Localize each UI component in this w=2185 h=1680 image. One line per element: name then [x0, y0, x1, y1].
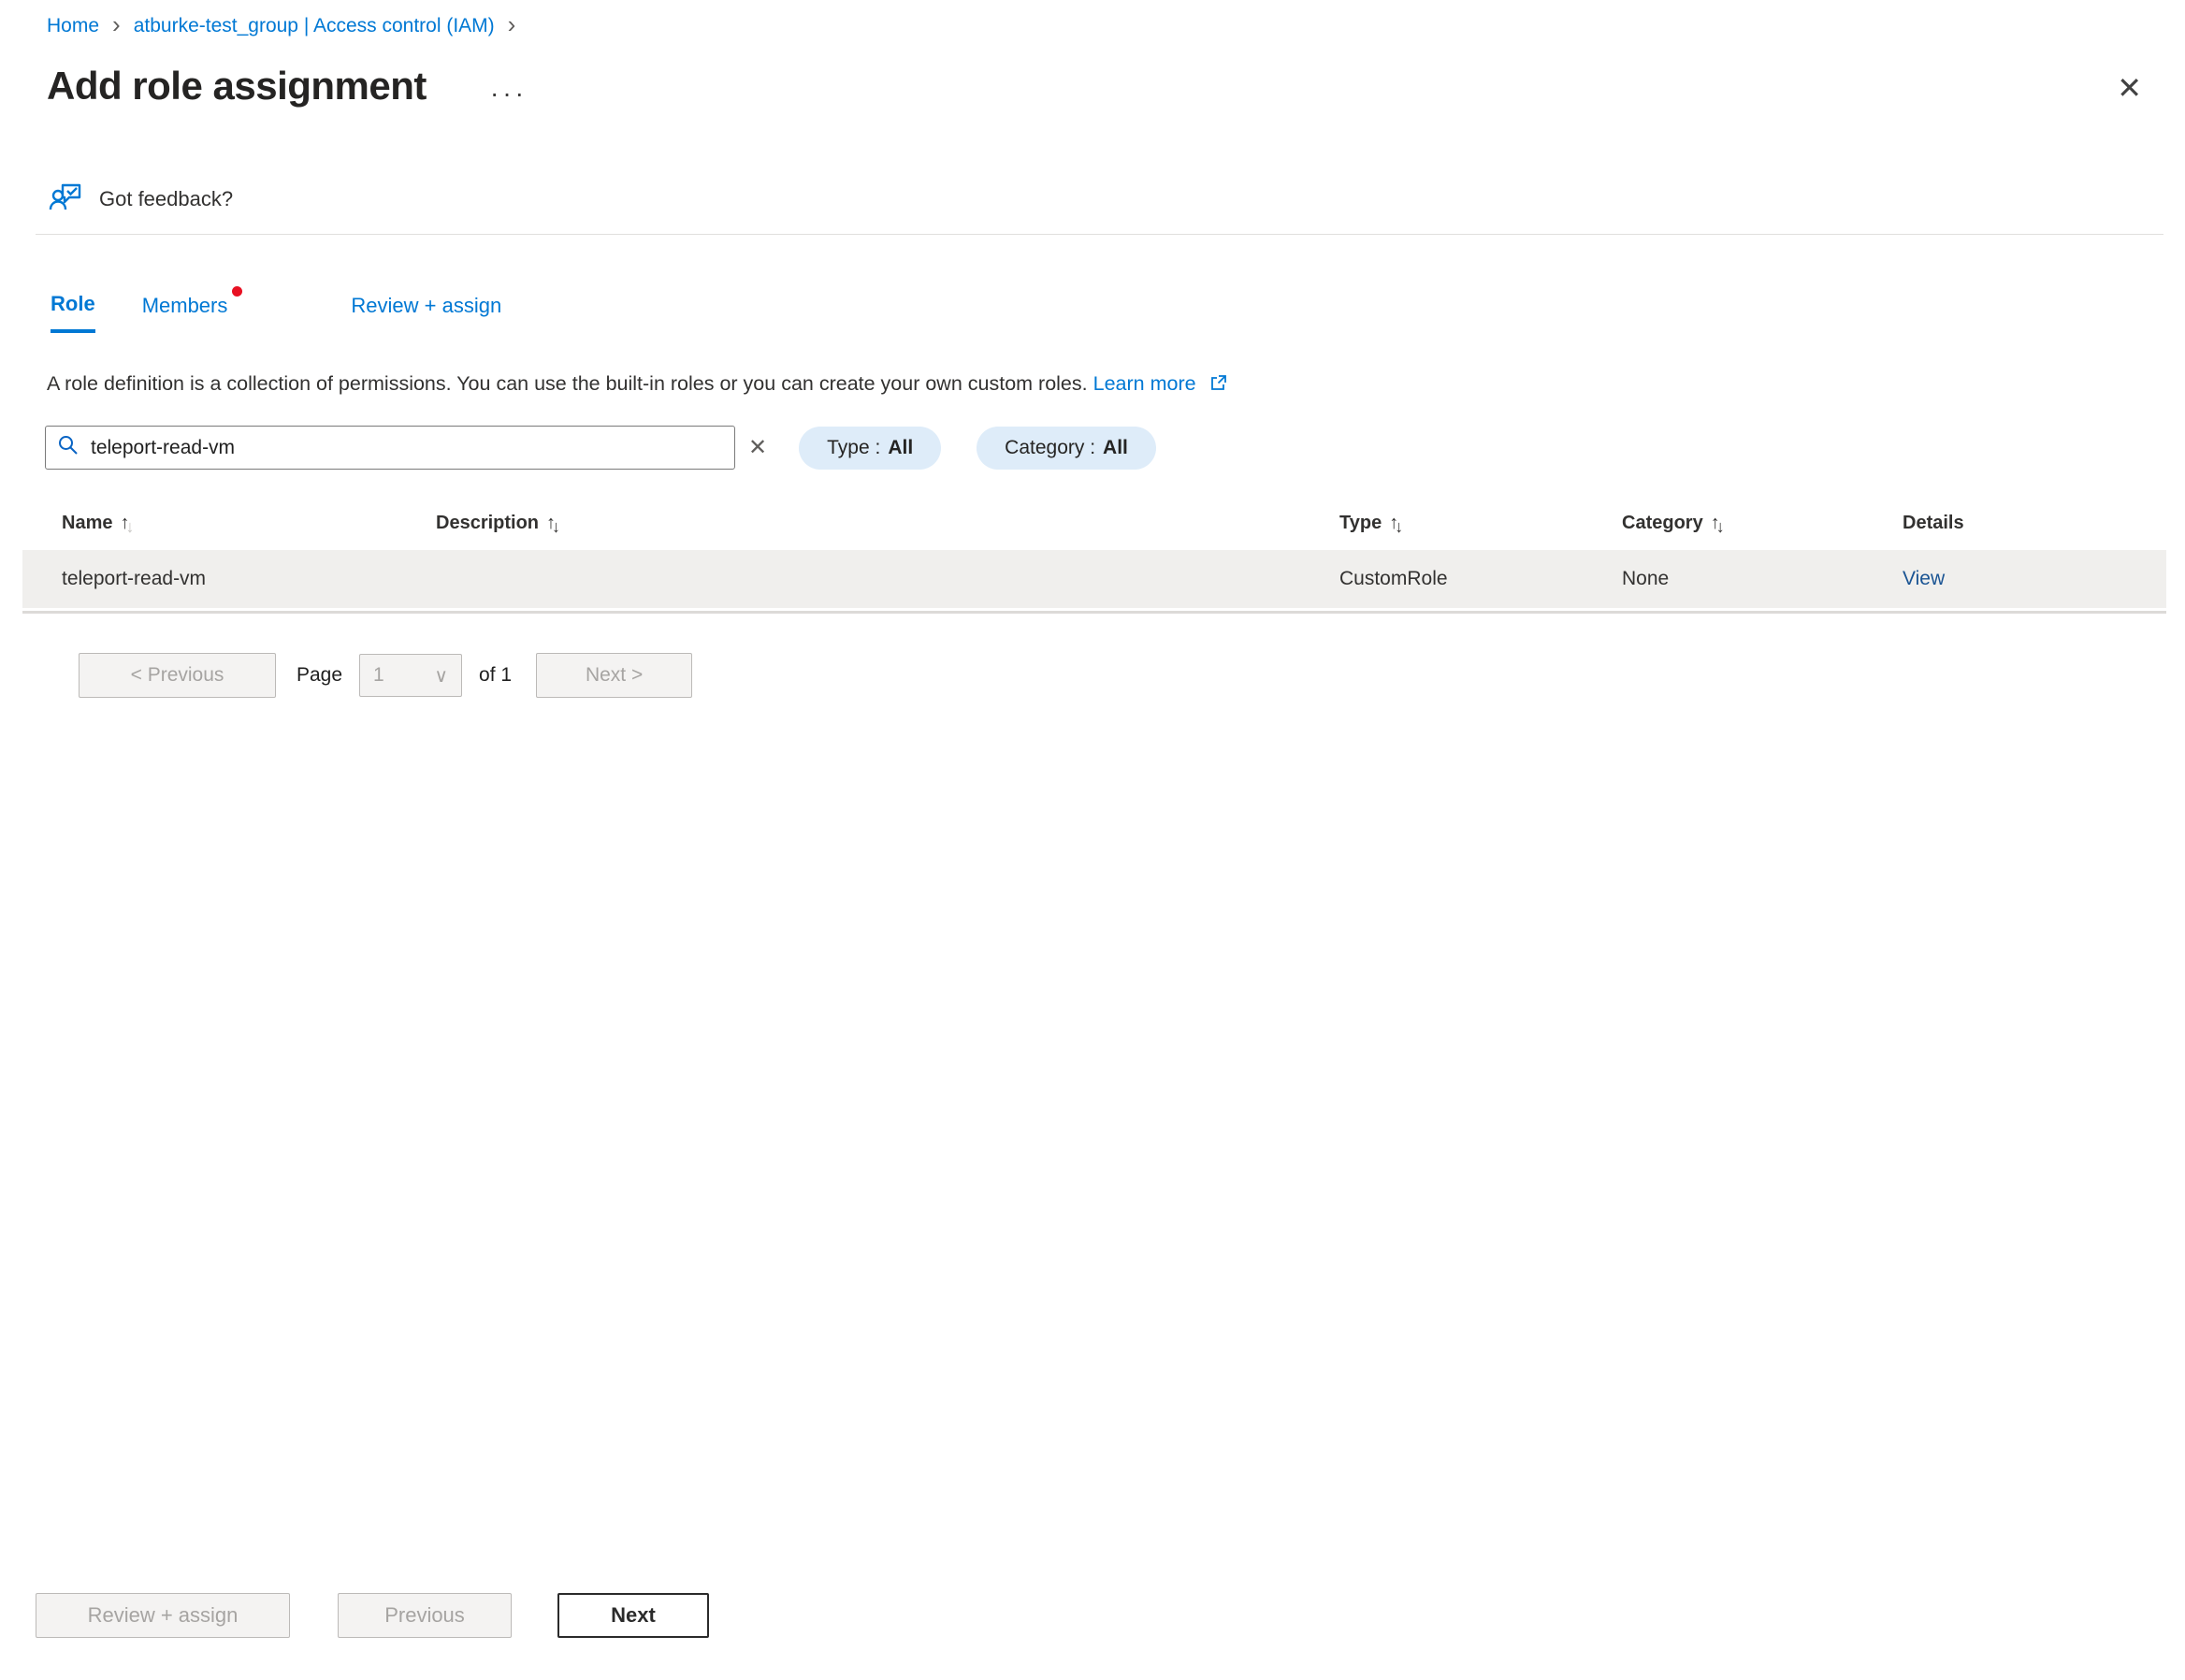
chevron-right-icon: ›	[508, 15, 516, 35]
more-options-icon[interactable]: ···	[490, 79, 528, 109]
tab-role[interactable]: Role	[51, 292, 95, 333]
section-divider	[36, 234, 2163, 235]
page-number-value: 1	[373, 664, 384, 687]
learn-more-link[interactable]: Learn more	[1093, 372, 1196, 395]
breadcrumb-resource-link[interactable]: atburke-test_group | Access control (IAM…	[134, 15, 495, 37]
close-icon[interactable]: ✕	[2117, 73, 2142, 103]
chevron-right-icon: ›	[112, 15, 121, 35]
feedback-person-chat-icon	[49, 181, 84, 216]
role-search-box[interactable]	[45, 426, 735, 470]
table-header-row: Name ↑↓ Description ↑↓ Type ↑↓ Category …	[22, 505, 2166, 541]
tab-members[interactable]: Members	[142, 292, 228, 333]
page-label: Page	[297, 664, 342, 687]
view-details-link[interactable]: View	[1903, 568, 1945, 589]
role-type-cell: CustomRole	[1339, 568, 1622, 590]
add-role-assignment-blade: Home › atburke-test_group | Access contr…	[0, 0, 2185, 1680]
role-name-cell: teleport-read-vm	[62, 568, 436, 590]
table-bottom-divider	[22, 611, 2166, 614]
role-category-cell: None	[1622, 568, 1903, 590]
filter-type-pill[interactable]: Type :All	[799, 427, 941, 470]
filter-category-pill[interactable]: Category :All	[977, 427, 1156, 470]
wizard-tabs: Role Members Review + assign	[51, 292, 501, 333]
sort-descending-icon: ↓	[1716, 517, 1725, 536]
clear-search-icon[interactable]: ✕	[748, 437, 767, 459]
column-header-name[interactable]: Name ↑↓	[62, 513, 436, 534]
previous-page-button[interactable]: < Previous	[79, 653, 276, 698]
breadcrumb-home-link[interactable]: Home	[47, 15, 99, 37]
got-feedback-label: Got feedback?	[99, 187, 233, 211]
roles-table: Name ↑↓ Description ↑↓ Type ↑↓ Category …	[22, 505, 2166, 614]
search-filter-row: ✕ Type :All Category :All	[45, 426, 1156, 470]
tab-review-assign[interactable]: Review + assign	[351, 292, 501, 333]
page-count-label: of 1	[479, 664, 512, 687]
page-title: Add role assignment	[47, 64, 427, 109]
previous-step-button[interactable]: Previous	[338, 1593, 512, 1638]
column-header-details: Details	[1903, 513, 2166, 534]
wizard-footer: Review + assign Previous Next	[36, 1593, 709, 1638]
got-feedback-button[interactable]: Got feedback?	[49, 181, 233, 216]
search-input[interactable]	[91, 437, 723, 459]
chevron-down-icon: ∨	[434, 664, 448, 688]
external-link-icon	[1209, 374, 1227, 398]
role-description-text: A role definition is a collection of per…	[47, 372, 1227, 396]
breadcrumb: Home › atburke-test_group | Access contr…	[47, 15, 528, 37]
pagination: < Previous Page 1 ∨ of 1 Next >	[79, 653, 692, 698]
column-header-description[interactable]: Description ↑↓	[436, 513, 1339, 534]
review-assign-button[interactable]: Review + assign	[36, 1593, 290, 1638]
members-alert-dot-icon	[232, 286, 242, 297]
sort-descending-icon: ↓	[1395, 517, 1403, 536]
search-icon	[57, 434, 80, 461]
next-page-button[interactable]: Next >	[536, 653, 692, 698]
sort-descending-icon: ↓	[125, 517, 134, 536]
next-step-button[interactable]: Next	[557, 1593, 709, 1638]
sort-descending-icon: ↓	[552, 517, 560, 536]
column-header-category[interactable]: Category ↑↓	[1622, 513, 1903, 534]
column-header-type[interactable]: Type ↑↓	[1339, 513, 1622, 534]
table-row[interactable]: teleport-read-vm CustomRole None View	[22, 550, 2166, 608]
page-number-select[interactable]: 1 ∨	[359, 654, 462, 697]
